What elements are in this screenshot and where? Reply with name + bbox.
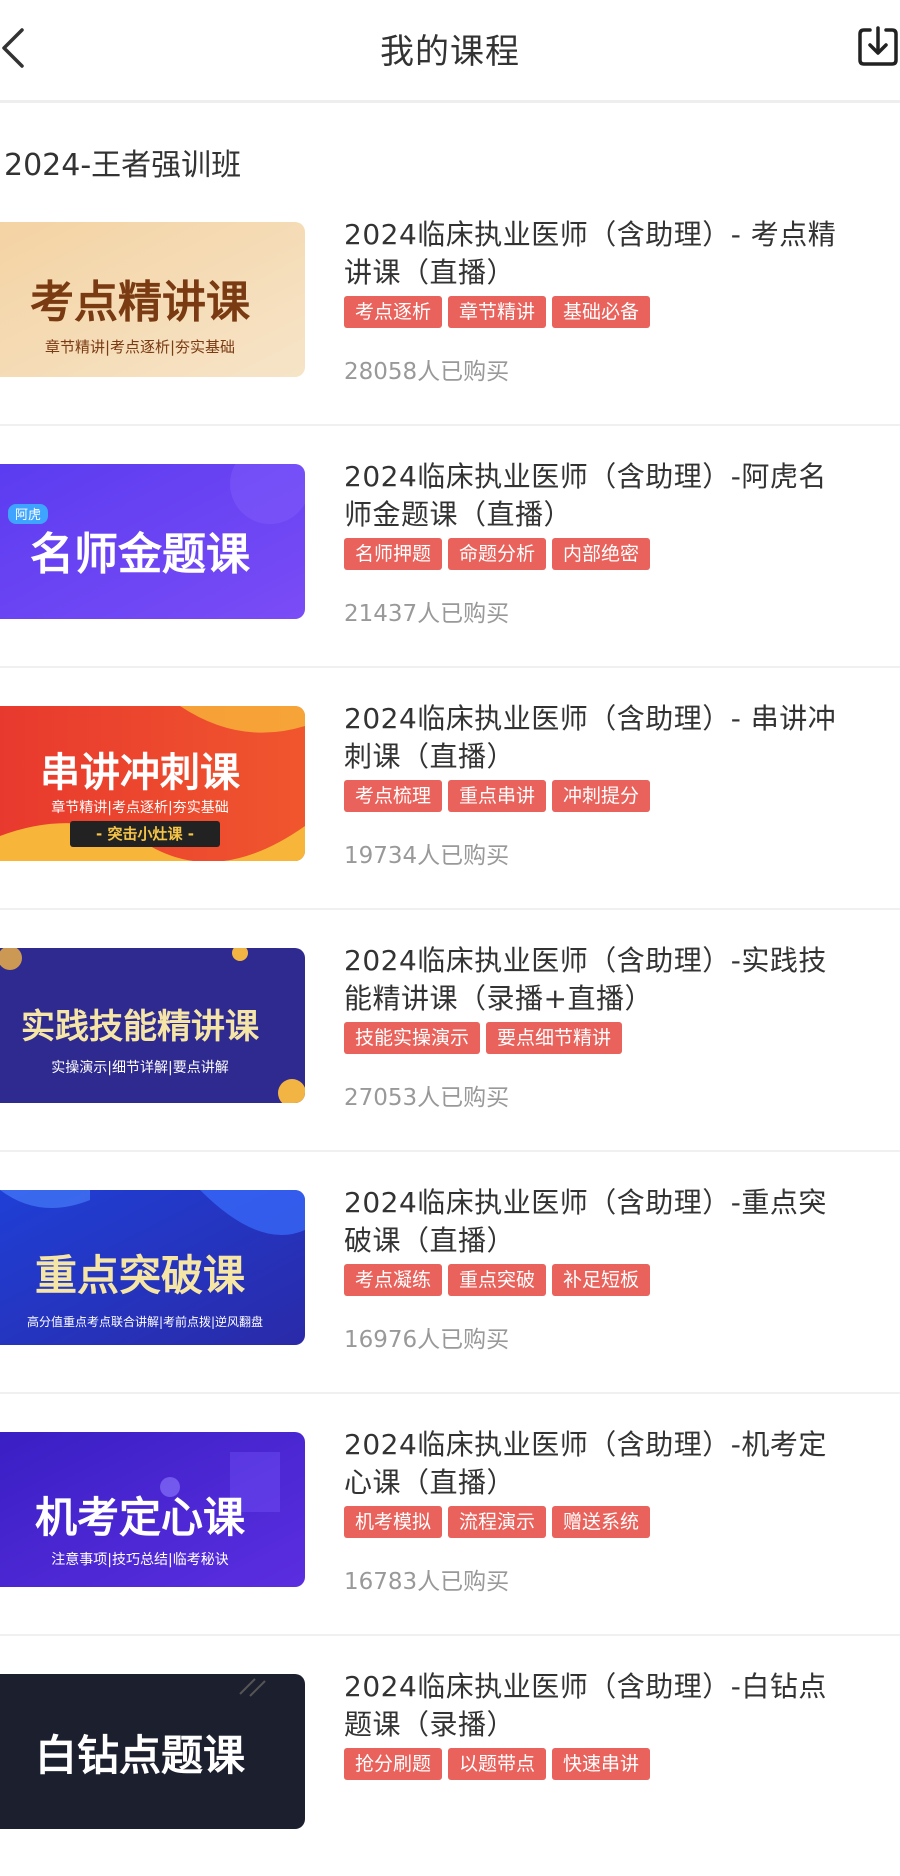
thumbnail-subtitle: 章节精讲|考点逐析|夯实基础 xyxy=(45,338,235,356)
course-thumbnail: 白钻点题课 xyxy=(0,1674,305,1829)
thumbnail-title: 串讲冲刺课 xyxy=(40,750,241,796)
course-title-line1: 2024临床执业医师（含助理）-白钻点 xyxy=(344,1670,827,1703)
course-item[interactable]: 重点突破课 高分值重点考点联合讲解|考前点拨|逆风翻盘 2024临床执业医师（含… xyxy=(0,1150,900,1394)
buyer-count: 28058人已购买 xyxy=(344,359,510,385)
buyer-count: 16976人已购买 xyxy=(344,1327,510,1353)
course-tag: 重点串讲 xyxy=(448,780,547,812)
course-thumbnail: 机考定心课 注意事项|技巧总结|临考秘诀 xyxy=(0,1432,305,1587)
course-title-line1: 2024临床执业医师（含助理）-实践技 xyxy=(344,944,827,977)
buyer-count: 27053人已购买 xyxy=(344,1085,510,1111)
course-tag: 考点凝练 xyxy=(344,1264,443,1296)
thumbnail-title: 白钻点题课 xyxy=(35,1731,245,1780)
course-tag: 冲刺提分 xyxy=(552,780,651,812)
course-tag: 内部绝密 xyxy=(552,538,651,570)
thumbnail-title: 名师金题课 xyxy=(30,529,251,580)
course-title-line2: 破课（直播） xyxy=(344,1224,516,1257)
tag-list: 名师押题 命题分析 内部绝密 xyxy=(344,538,651,570)
course-tag: 技能实操演示 xyxy=(344,1022,481,1054)
buyer-count: 16783人已购买 xyxy=(344,1569,510,1595)
tag-list: 考点凝练 重点突破 补足短板 xyxy=(344,1264,651,1296)
course-tag: 以题带点 xyxy=(448,1748,547,1780)
course-tag: 考点逐析 xyxy=(344,296,443,328)
course-title-line1: 2024临床执业医师（含助理）-机考定 xyxy=(344,1428,827,1461)
course-title-line1: 2024临床执业医师（含助理）-重点突 xyxy=(344,1186,827,1219)
course-title[interactable]: 2024临床执业医师（含助理）-实践技 能精讲课（录播+直播） xyxy=(344,942,900,1018)
course-thumbnail: 阿虎 名师金题课 xyxy=(0,464,305,619)
thumbnail-ribbon: - 突击小灶课 - xyxy=(96,825,194,843)
tag-list: 机考模拟 流程演示 赠送系统 xyxy=(344,1506,651,1538)
course-item[interactable]: 实践技能精讲课 实操演示|细节详解|要点讲解 2024临床执业医师（含助理）-实… xyxy=(0,908,900,1152)
course-tag: 命题分析 xyxy=(448,538,547,570)
course-tag: 补足短板 xyxy=(552,1264,651,1296)
buyer-count: 19734人已购买 xyxy=(344,843,510,869)
course-tag: 要点细节精讲 xyxy=(486,1022,623,1054)
course-title-line1: 2024临床执业医师（含助理）-阿虎名 xyxy=(344,460,827,493)
top-bar: 我的课程 xyxy=(0,0,900,103)
course-thumbnail: 实践技能精讲课 实操演示|细节详解|要点讲解 xyxy=(0,948,305,1103)
course-thumbnail: 串讲冲刺课 章节精讲|考点逐析|夯实基础 - 突击小灶课 - xyxy=(0,706,305,861)
course-tag: 章节精讲 xyxy=(448,296,547,328)
thumbnail-subtitle: 高分值重点考点联合讲解|考前点拨|逆风翻盘 xyxy=(27,1314,263,1329)
course-title[interactable]: 2024临床执业医师（含助理）-白钻点 题课（录播） xyxy=(344,1668,900,1744)
course-title-line2: 师金题课（直播） xyxy=(344,498,573,531)
tag-list: 考点逐析 章节精讲 基础必备 xyxy=(344,296,651,328)
buyer-count: 21437人已购买 xyxy=(344,601,510,627)
tag-list: 抢分刷题 以题带点 快速串讲 xyxy=(344,1748,651,1780)
course-title[interactable]: 2024临床执业医师（含助理）-机考定 心课（直播） xyxy=(344,1426,900,1502)
thumbnail-title: 机考定心课 xyxy=(35,1493,245,1542)
download-icon xyxy=(858,26,898,66)
course-title[interactable]: 2024临床执业医师（含助理）- 串讲冲 刺课（直播） xyxy=(344,700,900,776)
course-tag: 流程演示 xyxy=(448,1506,547,1538)
course-tag: 考点梳理 xyxy=(344,780,443,812)
course-title[interactable]: 2024临床执业医师（含助理）-阿虎名 师金题课（直播） xyxy=(344,458,900,534)
course-item[interactable]: 白钻点题课 2024临床执业医师（含助理）-白钻点 题课（录播） 抢分刷题 以题… xyxy=(0,1634,900,1876)
section-title: 2024-王者强训班 xyxy=(4,148,242,183)
page-title: 我的课程 xyxy=(380,32,520,72)
course-title-line2: 能精讲课（录播+直播） xyxy=(344,982,653,1015)
thumbnail-subtitle: 注意事项|技巧总结|临考秘诀 xyxy=(51,1551,228,1568)
course-item[interactable]: 考点精讲课 章节精讲|考点逐析|夯实基础 2024临床执业医师（含助理）- 考点… xyxy=(0,182,900,426)
course-title-line1: 2024临床执业医师（含助理）- 串讲冲 xyxy=(344,702,837,735)
thumbnail-badge: 阿虎 xyxy=(15,508,41,523)
course-title-line1: 2024临床执业医师（含助理）- 考点精 xyxy=(344,218,837,251)
course-tag: 重点突破 xyxy=(448,1264,547,1296)
course-item[interactable]: 串讲冲刺课 章节精讲|考点逐析|夯实基础 - 突击小灶课 - 2024临床执业医… xyxy=(0,666,900,910)
thumbnail-title: 实践技能精讲课 xyxy=(21,1007,260,1047)
course-title-line2: 题课（录播） xyxy=(344,1708,516,1741)
tag-list: 考点梳理 重点串讲 冲刺提分 xyxy=(344,780,651,812)
thumbnail-title: 重点突破课 xyxy=(35,1251,245,1300)
course-tag: 机考模拟 xyxy=(344,1506,443,1538)
thumbnail-title: 考点精讲课 xyxy=(30,277,251,328)
course-title[interactable]: 2024临床执业医师（含助理）-重点突 破课（直播） xyxy=(344,1184,900,1260)
course-item[interactable]: 阿虎 名师金题课 2024临床执业医师（含助理）-阿虎名 师金题课（直播） 名师… xyxy=(0,424,900,668)
course-thumbnail: 考点精讲课 章节精讲|考点逐析|夯实基础 xyxy=(0,222,305,377)
thumbnail-subtitle: 章节精讲|考点逐析|夯实基础 xyxy=(51,799,228,816)
course-tag: 快速串讲 xyxy=(552,1748,651,1780)
thumbnail-subtitle: 实操演示|细节详解|要点讲解 xyxy=(51,1060,228,1076)
course-thumbnail: 重点突破课 高分值重点考点联合讲解|考前点拨|逆风翻盘 xyxy=(0,1190,305,1345)
course-title[interactable]: 2024临床执业医师（含助理）- 考点精 讲课（直播） xyxy=(344,216,900,292)
tag-list: 技能实操演示 要点细节精讲 xyxy=(344,1022,623,1054)
course-tag: 基础必备 xyxy=(552,296,651,328)
course-tag: 抢分刷题 xyxy=(344,1748,443,1780)
course-title-line2: 刺课（直播） xyxy=(344,740,516,773)
course-tag: 名师押题 xyxy=(344,538,443,570)
course-title-line2: 讲课（直播） xyxy=(344,256,516,289)
course-tag: 赠送系统 xyxy=(552,1506,651,1538)
course-item[interactable]: 机考定心课 注意事项|技巧总结|临考秘诀 2024临床执业医师（含助理）-机考定… xyxy=(0,1392,900,1636)
download-button[interactable] xyxy=(858,24,900,70)
course-title-line2: 心课（直播） xyxy=(344,1466,516,1499)
